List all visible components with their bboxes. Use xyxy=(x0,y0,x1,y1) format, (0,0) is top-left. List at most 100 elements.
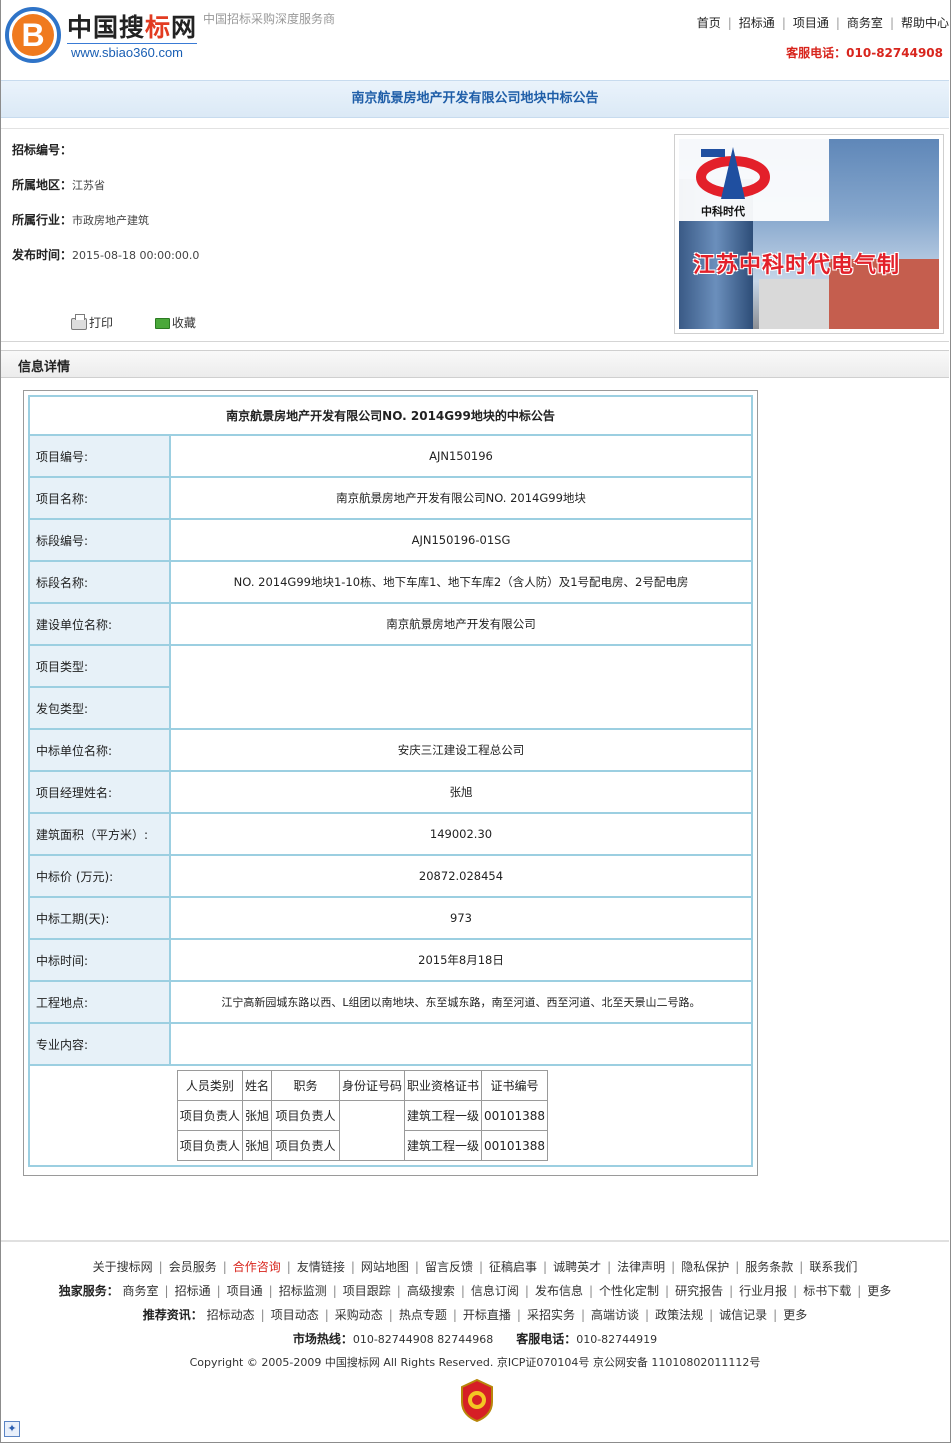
footer-link[interactable]: 联系我们 xyxy=(809,1260,857,1274)
print-button[interactable]: 打印 xyxy=(71,313,113,331)
row-value: AJN150196-01SG xyxy=(169,518,753,562)
cell: 00101388 xyxy=(480,1130,549,1161)
footer-link[interactable]: 更多 xyxy=(867,1284,891,1298)
table-row: 标段编号: AJN150196-01SG xyxy=(28,518,753,562)
info-region: 所属地区：江苏省 xyxy=(12,178,106,192)
footer-link[interactable]: 信息订阅 xyxy=(471,1284,519,1298)
row-value: 973 xyxy=(169,896,753,940)
footer-link[interactable]: 标书下载 xyxy=(803,1284,851,1298)
personnel-table: 人员类别 姓名 职务 身份证号码 职业资格证书 证书编号 项目负责人 张旭 项目… xyxy=(176,1070,549,1161)
detail-panel: 南京航景房地产开发有限公司NO. 2014G99地块的中标公告 项目编号: AJN… xyxy=(23,390,758,1176)
row-value: 安庆三江建设工程总公司 xyxy=(169,728,753,772)
page-title: 南京航景房地产开发有限公司地块中标公告 xyxy=(1,80,949,118)
site-url: www.sbiao360.com xyxy=(71,45,183,60)
row-label: 项目编号: xyxy=(28,434,171,478)
footer-link[interactable]: 发布信息 xyxy=(535,1284,583,1298)
cell: 建筑工程一级 xyxy=(403,1130,482,1161)
row-label: 标段编号: xyxy=(28,518,171,562)
footer-link[interactable]: 友情链接 xyxy=(297,1260,345,1274)
row-label: 中标时间: xyxy=(28,938,171,982)
cell: 建筑工程一级 xyxy=(403,1100,482,1131)
info-industry: 所属行业：市政房地产建筑 xyxy=(12,213,150,227)
site-footer: 关于搜标网 | 会员服务 | 合作咨询 | 友情链接 | 网站地图 | 留言反馈 | 征稿启事 | 诚聘英才… xyxy=(1,1240,949,1443)
section-title: 信息详情 xyxy=(18,360,71,375)
row-label: 标段名称: xyxy=(28,560,171,604)
ad-slogan: 江苏中科时代电气制 xyxy=(693,253,901,278)
footer-link[interactable]: 诚信记录 xyxy=(719,1308,767,1322)
site-logo-icon[interactable]: B xyxy=(5,7,61,63)
cell: 项目负责人 xyxy=(270,1130,340,1161)
footer-link[interactable]: 关于搜标网 xyxy=(93,1260,153,1274)
table-row: 项目名称: 南京航景房地产开发有限公司NO. 2014G99地块 xyxy=(28,476,753,520)
row-label: 项目经理姓名: xyxy=(28,770,171,814)
top-nav: 首页 | 招标通 | 项目通 | 商务室 | 帮助中心 xyxy=(696,16,949,30)
cell: 张旭 xyxy=(241,1100,272,1131)
footer-link[interactable]: 项目通 xyxy=(227,1284,263,1298)
footer-link[interactable]: 研究报告 xyxy=(675,1284,723,1298)
table-row: 中标时间: 2015年8月18日 xyxy=(28,938,753,982)
section-header: 信息详情 xyxy=(1,350,949,378)
footer-link[interactable]: 项目跟踪 xyxy=(343,1284,391,1298)
footer-hotlines: 市场热线：010-82744908 82744968 客服电话：010-8274… xyxy=(292,1332,658,1346)
cell xyxy=(338,1100,405,1161)
footer-link[interactable]: 商务室 xyxy=(123,1284,159,1298)
footer-link[interactable]: 高级搜索 xyxy=(407,1284,455,1298)
footer-link[interactable]: 高端访谈 xyxy=(591,1308,639,1322)
footer-link[interactable]: 采购动态 xyxy=(335,1308,383,1322)
footer-link[interactable]: 行业月报 xyxy=(739,1284,787,1298)
row-label: 专业内容: xyxy=(28,1022,171,1066)
footer-link[interactable]: 个性化定制 xyxy=(599,1284,659,1298)
logo-letter: B xyxy=(12,14,54,56)
footer-link[interactable]: 合作咨询 xyxy=(233,1260,281,1274)
info-time: 发布时间：2015-08-18 00:00:00.0 xyxy=(12,248,200,262)
nav-shangwushi[interactable]: 商务室 xyxy=(847,16,883,30)
footer-link[interactable]: 招标监测 xyxy=(279,1284,327,1298)
footer-link[interactable]: 征稿启事 xyxy=(489,1260,537,1274)
col-header: 姓名 xyxy=(241,1070,272,1101)
nav-home[interactable]: 首页 xyxy=(697,16,721,30)
row-value xyxy=(169,1022,753,1066)
logo-divider xyxy=(67,43,197,44)
cell: 项目负责人 xyxy=(270,1100,340,1131)
ad-brand: 中科时代 xyxy=(701,205,745,218)
table-row: 建筑面积（平方米）: 149002.30 xyxy=(28,812,753,856)
col-header: 职务 xyxy=(270,1070,340,1101)
footer-link[interactable]: 招标动态 xyxy=(207,1308,255,1322)
footer-link[interactable]: 更多 xyxy=(783,1308,807,1322)
ad-banner[interactable]: 中科时代 江苏中科时代电气制 xyxy=(674,134,944,334)
table-row: 中标单位名称: 安庆三江建设工程总公司 xyxy=(28,728,753,772)
site-logo-title[interactable]: 中国搜标网 xyxy=(67,8,197,44)
footer-link[interactable]: 项目动态 xyxy=(271,1308,319,1322)
favorite-button[interactable]: 收藏 xyxy=(154,314,196,331)
footer-link[interactable]: 法律声明 xyxy=(617,1260,665,1274)
footer-link[interactable]: 政策法规 xyxy=(655,1308,703,1322)
footer-link[interactable]: 招标通 xyxy=(175,1284,211,1298)
footer-link[interactable]: 网站地图 xyxy=(361,1260,409,1274)
footer-link[interactable]: 会员服务 xyxy=(169,1260,217,1274)
footer-recommend: 推荐资讯： 招标动态 | 项目动态 | 采购动态 | 热点专题 | 开标直播 | 采招实务 | 高端访谈… xyxy=(142,1308,808,1322)
footer-link[interactable]: 开标直播 xyxy=(463,1308,511,1322)
table-row: 中标价 (万元): 20872.028454 xyxy=(28,854,753,898)
police-badge-icon[interactable] xyxy=(459,1378,495,1422)
footer-link[interactable]: 隐私保护 xyxy=(681,1260,729,1274)
row-label: 发包类型: xyxy=(28,686,171,730)
paw-icon[interactable]: ✦ xyxy=(4,1421,20,1437)
row-value: 2015年8月18日 xyxy=(169,938,753,982)
row-value: AJN150196 xyxy=(169,434,753,478)
footer-link[interactable]: 留言反馈 xyxy=(425,1260,473,1274)
personnel-cell: 人员类别 姓名 职务 身份证号码 职业资格证书 证书编号 项目负责人 张旭 项目… xyxy=(28,1064,753,1167)
footer-link[interactable]: 服务条款 xyxy=(745,1260,793,1274)
row-label: 中标工期(天): xyxy=(28,896,171,940)
table-row: 标段名称: NO. 2014G99地块1-10栋、地下车库1、地下车库2（含人防）… xyxy=(28,560,753,604)
nav-zhaobiaotong[interactable]: 招标通 xyxy=(739,16,775,30)
footer-link[interactable]: 采招实务 xyxy=(527,1308,575,1322)
footer-link[interactable]: 热点专题 xyxy=(399,1308,447,1322)
row-value: 南京航景房地产开发有限公司 xyxy=(169,602,753,646)
footer-link[interactable]: 诚聘英才 xyxy=(553,1260,601,1274)
row-value: 张旭 xyxy=(169,770,753,814)
nav-help[interactable]: 帮助中心 xyxy=(901,16,949,30)
site-slogan: 中国招标采购深度服务商 xyxy=(203,12,336,26)
col-header: 职业资格证书 xyxy=(403,1070,482,1101)
nav-xiangmutong[interactable]: 项目通 xyxy=(793,16,829,30)
info-bid-no: 招标编号： xyxy=(12,143,73,157)
